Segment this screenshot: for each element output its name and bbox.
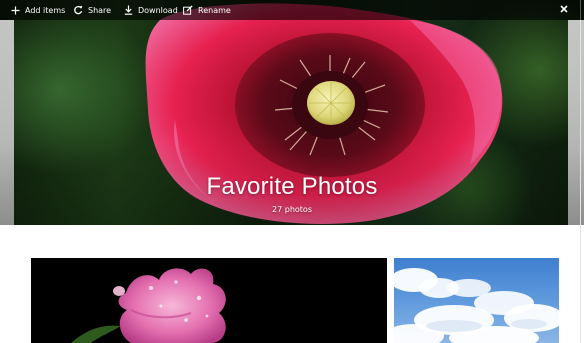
rename-button[interactable]: Rename (183, 0, 231, 20)
share-label: Share (88, 5, 112, 15)
share-icon (73, 5, 83, 15)
add-items-button[interactable]: Add items (10, 0, 65, 20)
close-icon (560, 5, 568, 15)
photo-thumbnail-sky[interactable] (394, 258, 559, 343)
rename-icon (183, 5, 193, 15)
right-divider (580, 0, 581, 343)
download-label: Download (138, 5, 178, 15)
photo-count: 27 photos (272, 205, 312, 214)
plus-icon (10, 5, 20, 15)
photo-thumbnail-flower[interactable] (31, 258, 387, 343)
close-button[interactable] (560, 0, 568, 20)
download-icon (123, 5, 133, 15)
command-toolbar: Add items Share Download Rename (0, 0, 584, 20)
add-items-label: Add items (25, 5, 66, 15)
pink-flower-image (71, 268, 226, 343)
album-title: Favorite Photos (206, 173, 378, 200)
sky-clouds-image (394, 268, 559, 343)
share-button[interactable]: Share (73, 0, 111, 20)
rename-label: Rename (198, 5, 231, 15)
download-button[interactable]: Download (123, 0, 178, 20)
album-cover: Favorite Photos 27 photos (0, 0, 584, 225)
